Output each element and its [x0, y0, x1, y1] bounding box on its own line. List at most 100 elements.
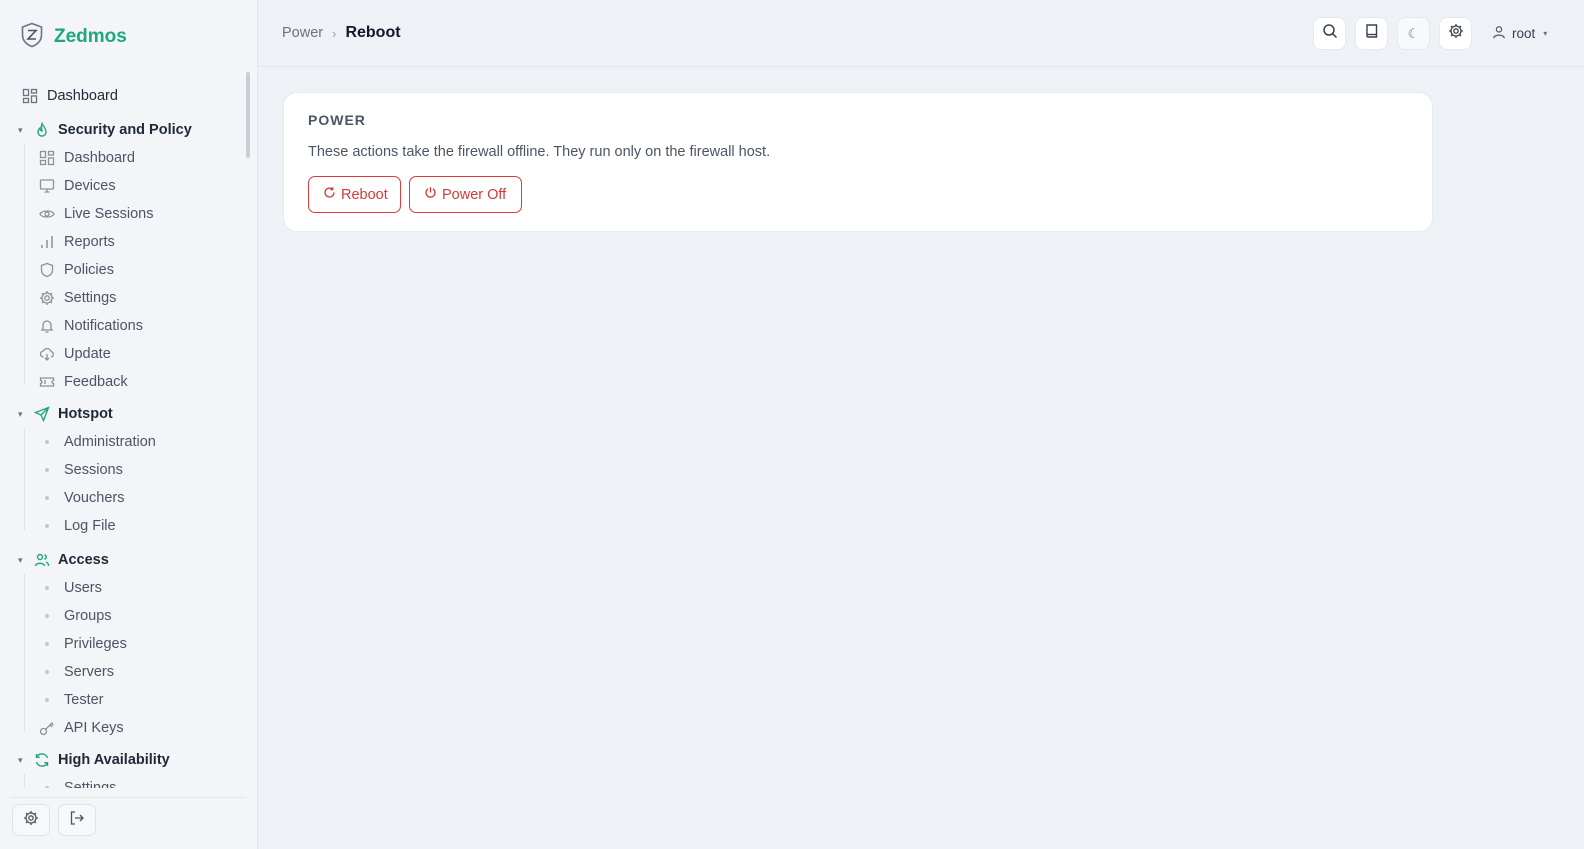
bell-icon — [39, 318, 55, 334]
sidebar-item-label: Reports — [64, 234, 115, 250]
sidebar-item-sp-dashboard[interactable]: Dashboard — [39, 146, 135, 170]
tree-guide — [24, 428, 25, 530]
sidebar-item-reports[interactable]: Reports — [39, 230, 115, 254]
theme-toggle-button[interactable]: ☾ — [1397, 17, 1430, 50]
breadcrumb-separator: › — [332, 25, 337, 41]
sidebar-item-label: Notifications — [64, 318, 143, 334]
user-icon — [1492, 25, 1512, 42]
sidebar-item-log-file[interactable]: Log File — [39, 514, 116, 538]
top-header: Power › Reboot ☾ root ▾ — [258, 0, 1584, 67]
section-high-availability[interactable]: ▾ High Availability — [18, 748, 170, 772]
ticket-icon — [39, 374, 55, 390]
bar-chart-icon — [39, 234, 55, 250]
card-description: These actions take the firewall offline.… — [308, 144, 771, 160]
sidebar-item-label: API Keys — [64, 720, 124, 736]
section-access[interactable]: ▾ Access — [18, 548, 109, 572]
refresh-icon — [323, 186, 341, 203]
section-label: High Availability — [58, 752, 170, 768]
tree-guide — [24, 574, 25, 732]
bullet-icon — [39, 468, 55, 472]
bullet-icon — [39, 586, 55, 590]
sidebar-item-hotspot-sessions[interactable]: Sessions — [39, 458, 123, 482]
sidebar-item-live-sessions[interactable]: Live Sessions — [39, 202, 153, 226]
sidebar-item-label: Log File — [64, 518, 116, 534]
eye-icon — [39, 206, 55, 222]
power-off-button[interactable]: Power Off — [409, 176, 522, 213]
brand[interactable]: Zedmos — [20, 22, 127, 53]
sidebar-item-feedback[interactable]: Feedback — [39, 370, 128, 394]
sidebar: Zedmos Dashboard ▾ Security and Policy D… — [0, 0, 258, 849]
reboot-label: Reboot — [341, 186, 388, 203]
settings-button[interactable] — [12, 804, 50, 836]
gear-icon — [23, 810, 39, 831]
logout-button[interactable] — [58, 804, 96, 836]
brand-name: Zedmos — [54, 26, 127, 47]
sidebar-item-label: Tester — [64, 692, 104, 708]
sidebar-scrollbar[interactable] — [246, 72, 250, 158]
page-title: Reboot — [345, 24, 401, 41]
bullet-icon — [39, 642, 55, 646]
caret-down-icon: ▾ — [1543, 28, 1548, 38]
sidebar-item-label: Groups — [64, 608, 112, 624]
sidebar-item-tester[interactable]: Tester — [39, 688, 104, 712]
sidebar-item-vouchers[interactable]: Vouchers — [39, 486, 124, 510]
shield-icon — [39, 262, 55, 278]
caret-down-icon: ▾ — [18, 408, 23, 419]
layout-grid-icon — [22, 88, 38, 104]
sidebar-item-ha-settings[interactable]: Settings — [39, 776, 116, 788]
breadcrumb: Power › Reboot — [282, 22, 401, 44]
layout-grid-icon — [39, 150, 55, 166]
sidebar-item-label: Servers — [64, 664, 114, 680]
reboot-button[interactable]: Reboot — [308, 176, 401, 213]
sidebar-item-servers[interactable]: Servers — [39, 660, 114, 684]
bullet-icon — [39, 440, 55, 444]
gear-icon — [39, 290, 55, 306]
user-menu[interactable]: root ▾ — [1492, 22, 1547, 44]
sidebar-item-devices[interactable]: Devices — [39, 174, 116, 198]
sidebar-item-label: Policies — [64, 262, 114, 278]
sidebar-item-label: Feedback — [64, 374, 128, 390]
sidebar-item-label: Live Sessions — [64, 206, 154, 222]
bullet-icon — [39, 524, 55, 528]
section-hotspot[interactable]: ▾ Hotspot — [18, 402, 113, 426]
sidebar-item-label: Dashboard — [47, 88, 118, 104]
sidebar-item-label: Dashboard — [64, 150, 135, 166]
sidebar-item-administration[interactable]: Administration — [39, 430, 156, 454]
bullet-icon — [39, 786, 55, 788]
gear-icon — [1448, 23, 1464, 44]
sidebar-item-policies[interactable]: Policies — [39, 258, 114, 282]
sidebar-item-notifications[interactable]: Notifications — [39, 314, 143, 338]
sidebar-item-label: Vouchers — [64, 490, 125, 506]
search-button[interactable] — [1313, 17, 1346, 50]
user-name: root — [1512, 25, 1536, 41]
sidebar-item-dashboard[interactable]: Dashboard — [22, 84, 118, 108]
key-icon — [39, 720, 55, 736]
sidebar-item-users[interactable]: Users — [39, 576, 102, 600]
sidebar-footer — [10, 797, 246, 836]
preferences-button[interactable] — [1439, 17, 1472, 50]
logo-shield-icon — [20, 22, 44, 53]
tree-guide — [24, 774, 25, 788]
breadcrumb-parent[interactable]: Power — [282, 25, 323, 41]
bullet-icon — [39, 670, 55, 674]
docs-button[interactable] — [1355, 17, 1388, 50]
send-icon — [34, 406, 50, 422]
sidebar-item-label: Users — [64, 580, 102, 596]
sidebar-item-groups[interactable]: Groups — [39, 604, 112, 628]
section-label: Hotspot — [58, 406, 113, 422]
section-security-and-policy[interactable]: ▾ Security and Policy — [18, 118, 192, 142]
sidebar-nav: Dashboard ▾ Security and Policy Dashboar… — [0, 68, 250, 788]
sidebar-item-label: Update — [64, 346, 111, 362]
refresh-icon — [34, 752, 50, 768]
sidebar-item-label: Devices — [64, 178, 116, 194]
logout-icon — [69, 810, 85, 831]
book-icon — [1364, 23, 1380, 44]
sidebar-item-settings[interactable]: Settings — [39, 286, 116, 310]
bullet-icon — [39, 496, 55, 500]
flame-icon — [34, 122, 50, 138]
sidebar-item-update[interactable]: Update — [39, 342, 111, 366]
sidebar-item-api-keys[interactable]: API Keys — [39, 716, 124, 740]
sidebar-item-privileges[interactable]: Privileges — [39, 632, 127, 656]
monitor-icon — [39, 178, 55, 194]
sidebar-item-label: Administration — [64, 434, 156, 450]
